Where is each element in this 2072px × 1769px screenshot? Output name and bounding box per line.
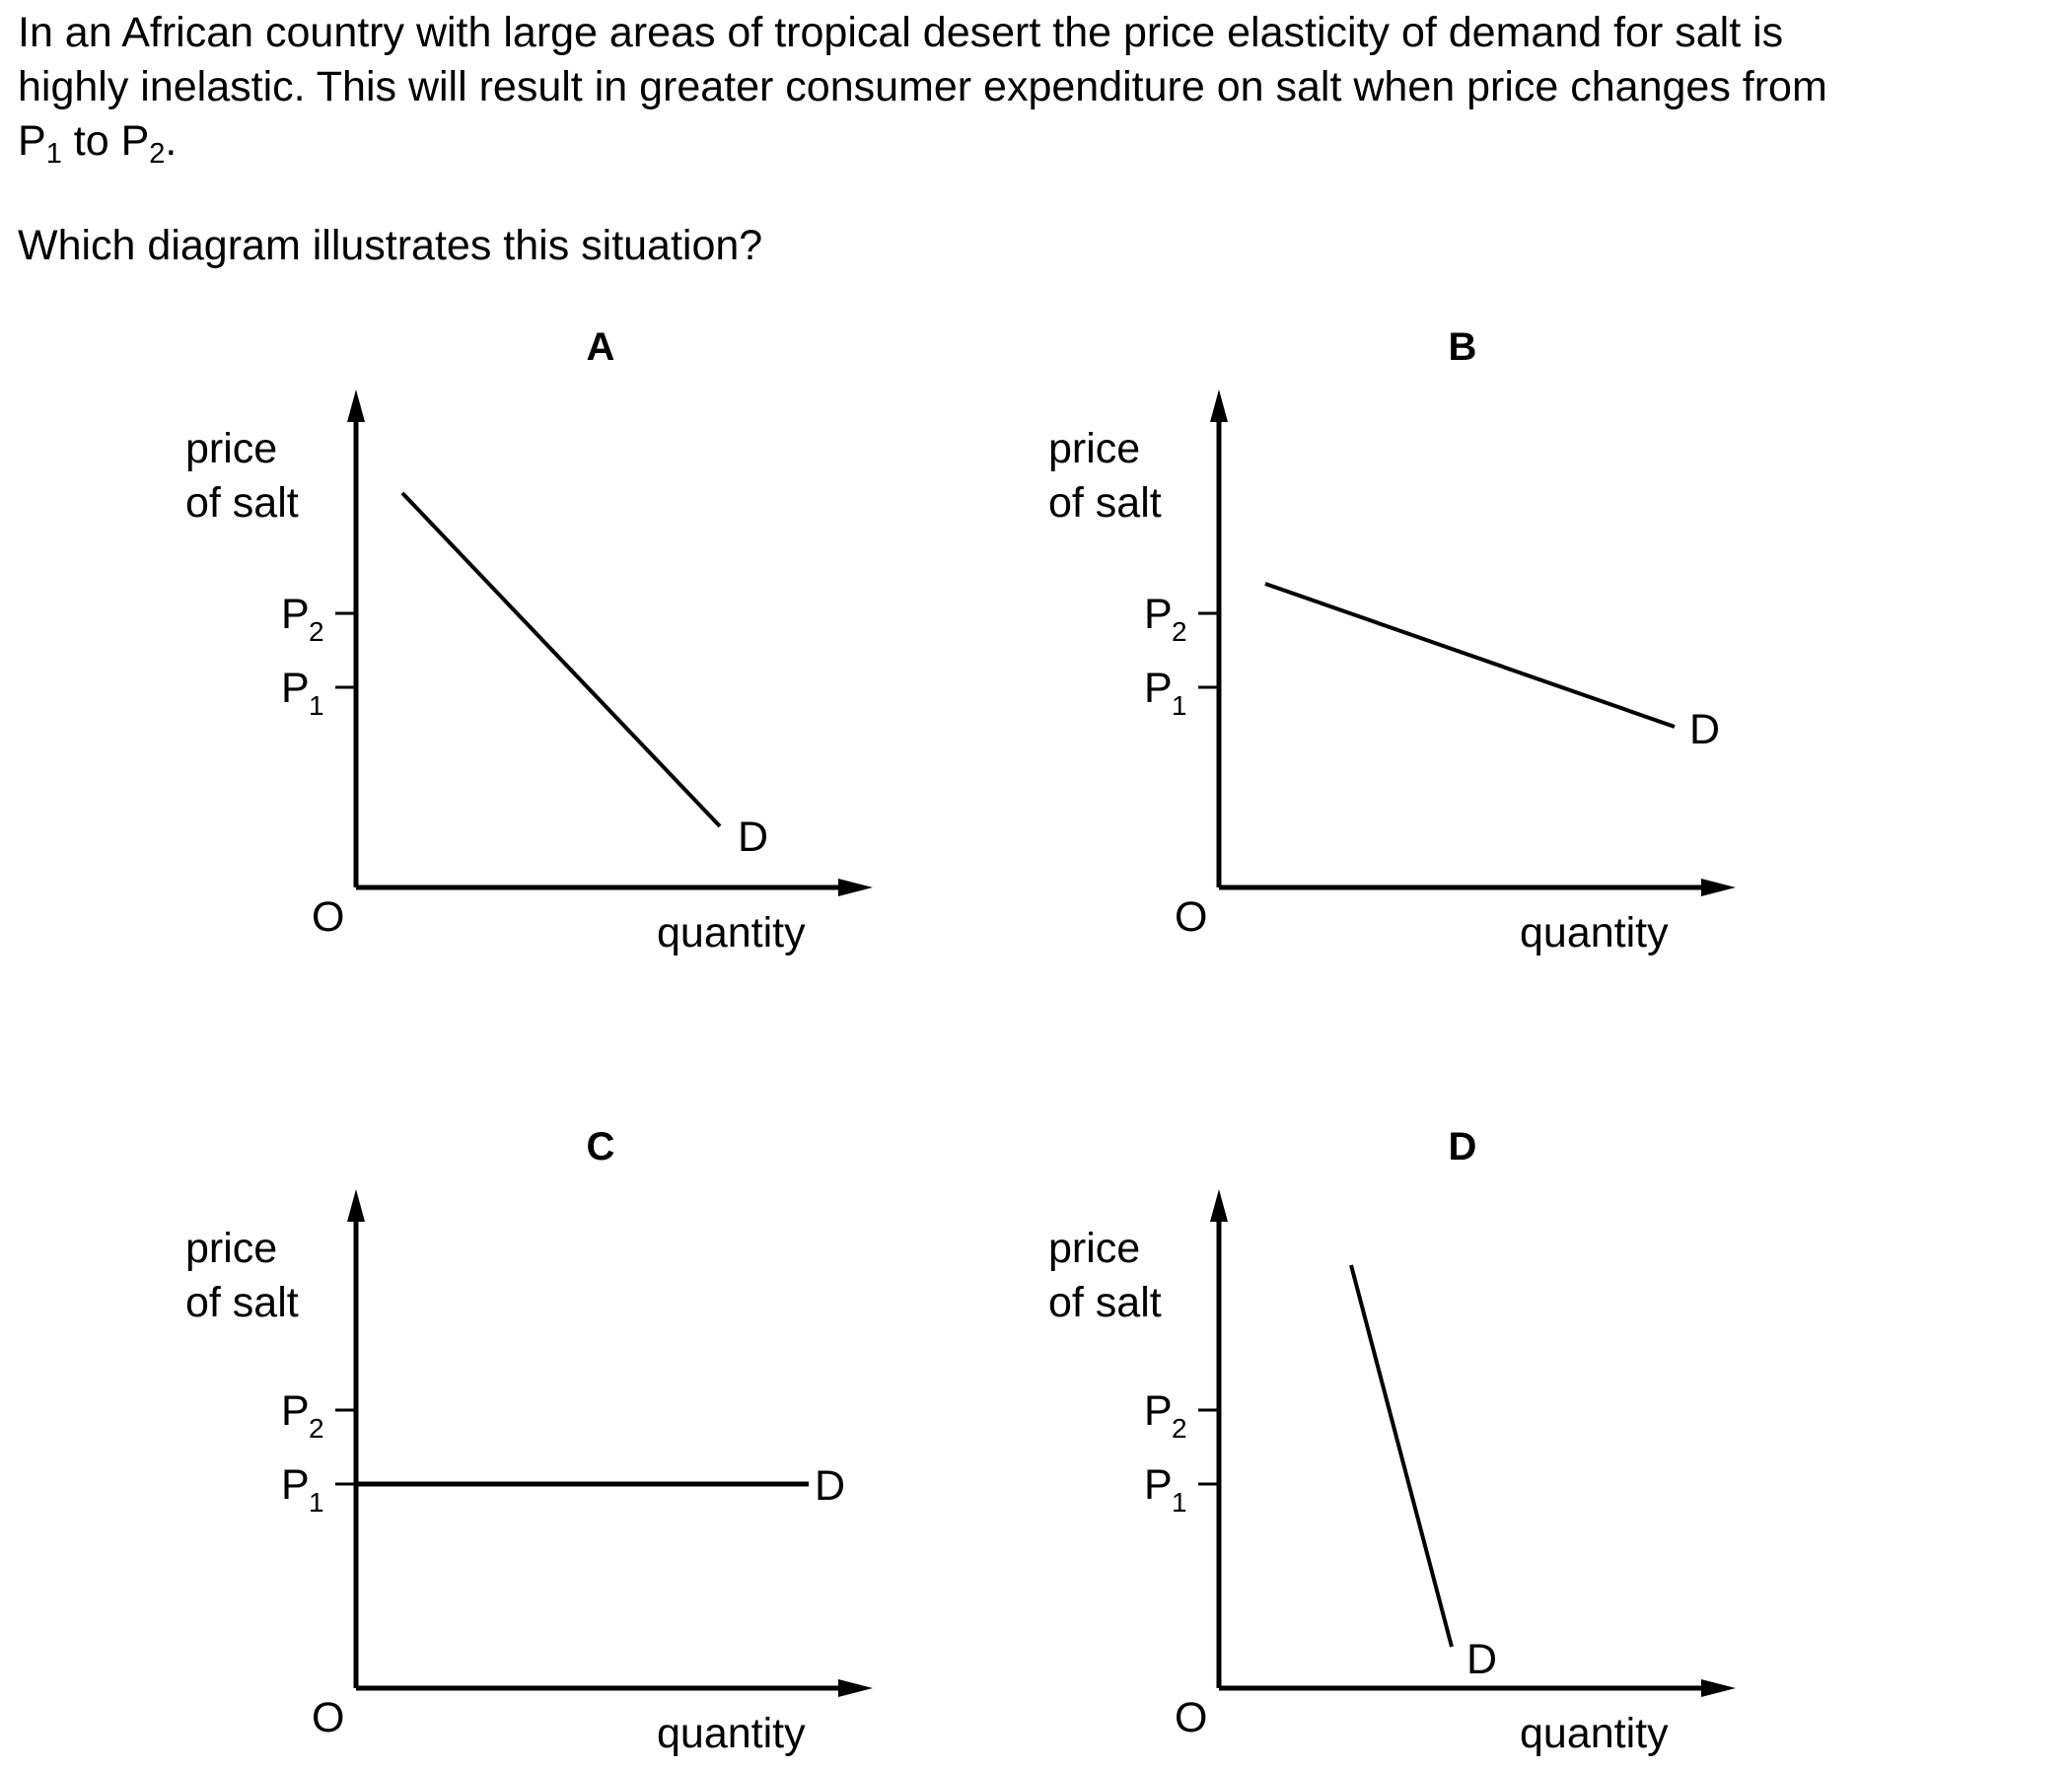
y-axis-label-a-line2: of salt (185, 479, 299, 527)
x-axis-label-b: quantity (1520, 909, 1669, 956)
y-axis-arrow-c (347, 1189, 365, 1222)
p2-label-b: P (1144, 591, 1173, 638)
x-axis-arrow-a (838, 879, 873, 896)
diagram-b: B price of salt P 2 P 1 O quantity D (1048, 325, 1736, 956)
option-label-b: B (1449, 325, 1477, 369)
x-axis-label-c: quantity (657, 1710, 806, 1757)
p1-sub-c: 1 (309, 1487, 324, 1518)
diagram-d: D price of salt P 2 P 1 O quantity D (1048, 1125, 1736, 1757)
origin-c: O (312, 1694, 344, 1741)
x-axis-arrow-b (1701, 879, 1736, 896)
option-label-d: D (1449, 1125, 1477, 1168)
origin-d: O (1175, 1694, 1207, 1741)
p1-label-b: P (1144, 665, 1173, 712)
p1-sub-b: 1 (1172, 690, 1187, 721)
y-axis-arrow-a (347, 389, 365, 422)
demand-curve-a (400, 491, 722, 828)
y-axis-arrow-b (1210, 389, 1228, 422)
y-axis-label-a-line1: price (185, 425, 277, 472)
p2-sub-b: 2 (1172, 616, 1187, 647)
demand-curve-b (1264, 582, 1676, 729)
origin-a: O (312, 893, 344, 941)
p2-sub-d: 2 (1172, 1413, 1187, 1444)
curve-label-c: D (815, 1462, 845, 1510)
origin-b: O (1175, 893, 1207, 941)
x-axis-arrow-d (1701, 1679, 1736, 1697)
diagram-c: C price of salt P 2 P 1 O quantity D (185, 1125, 873, 1757)
curve-label-d: D (1466, 1636, 1497, 1683)
x-axis-arrow-c (838, 1679, 873, 1697)
p1-sub-d: 1 (1172, 1487, 1187, 1518)
p2-sub-c: 2 (309, 1413, 324, 1444)
y-axis-label-d-line1: price (1048, 1225, 1140, 1272)
curve-label-b: D (1689, 706, 1720, 753)
p2-sub-a: 2 (309, 616, 324, 647)
p2-label-c: P (281, 1387, 310, 1435)
demand-curve-d (1349, 1264, 1454, 1648)
p2-label-d: P (1144, 1387, 1173, 1435)
option-label-a: A (587, 325, 615, 369)
p1-label-d: P (1144, 1461, 1173, 1509)
y-axis-label-b-line1: price (1048, 425, 1140, 472)
y-axis-arrow-d (1210, 1189, 1228, 1222)
y-axis-label-c-line1: price (185, 1225, 277, 1272)
p2-label-a: P (281, 591, 310, 638)
p1-label-c: P (281, 1461, 310, 1509)
option-label-c: C (587, 1125, 615, 1168)
y-axis-label-b-line2: of salt (1048, 479, 1162, 527)
curve-label-a: D (738, 814, 768, 861)
diagram-a: A price of salt P 2 P 1 O quantity D (185, 325, 873, 956)
x-axis-label-d: quantity (1520, 1710, 1669, 1757)
y-axis-label-d-line2: of salt (1048, 1279, 1162, 1326)
diagrams-canvas: A price of salt P 2 P 1 O quantity D B p… (185, 325, 1736, 1757)
y-axis-label-c-line2: of salt (185, 1279, 299, 1326)
x-axis-label-a: quantity (657, 909, 806, 956)
p1-sub-a: 1 (309, 690, 324, 721)
p1-label-a: P (281, 665, 310, 712)
